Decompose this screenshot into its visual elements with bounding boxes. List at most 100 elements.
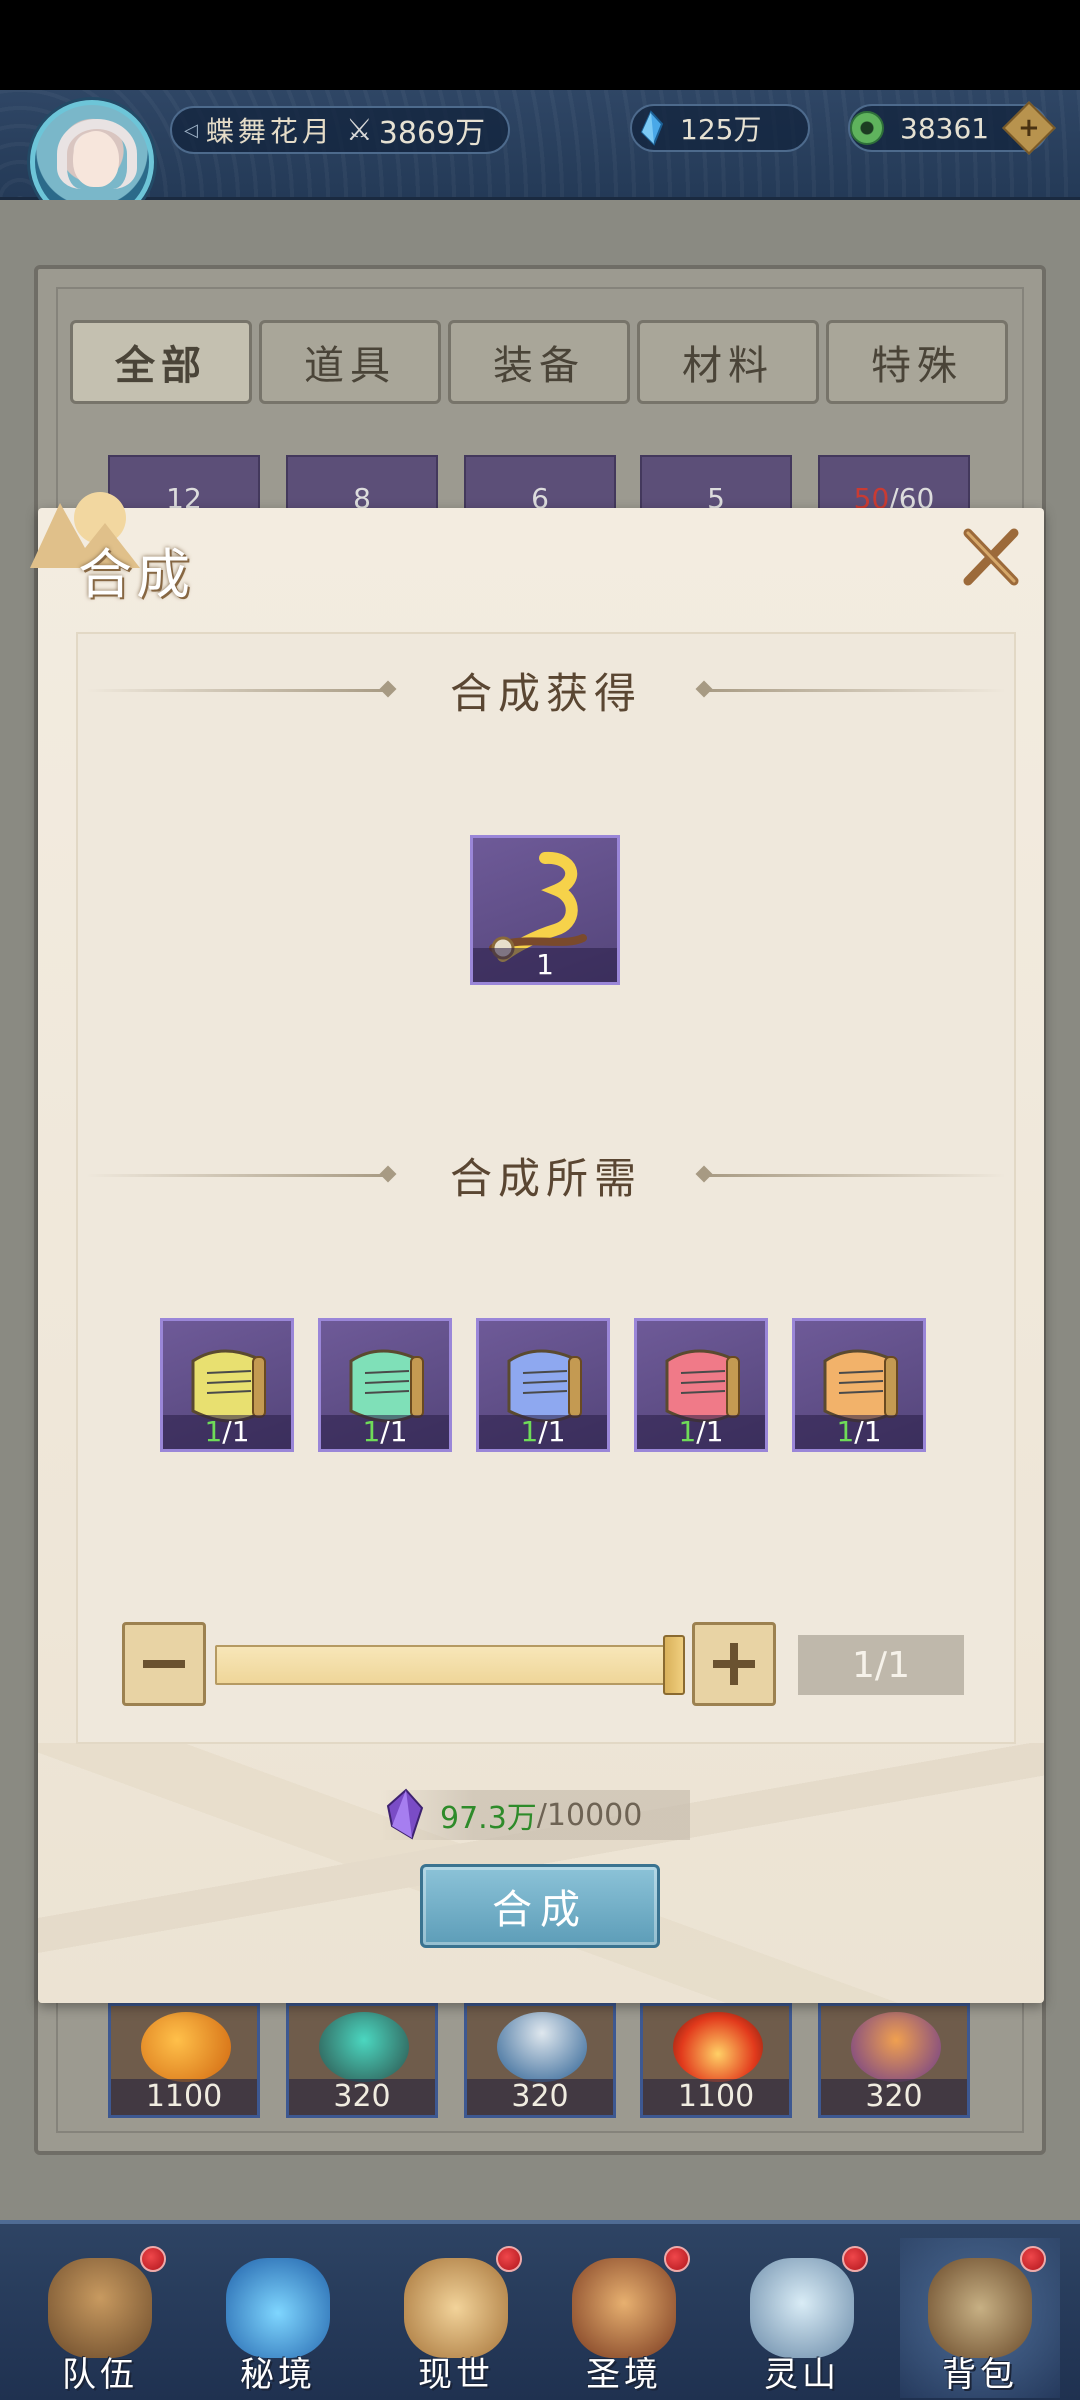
purple-crystal-icon bbox=[386, 1788, 424, 1840]
result-section-header: 合成获得 bbox=[76, 665, 1016, 718]
chevron-left-icon: ◁ bbox=[184, 119, 198, 141]
bag-slot[interactable]: 1100 bbox=[640, 2003, 792, 2118]
required-item-slot[interactable]: 1/1 bbox=[318, 1318, 452, 1452]
system-status-bar bbox=[0, 0, 1080, 90]
nav-label: 灵山 bbox=[764, 2355, 840, 2395]
blade-icon bbox=[319, 2012, 409, 2082]
slot-quantity: 320 bbox=[821, 2079, 967, 2115]
nav-label: 圣境 bbox=[586, 2355, 662, 2395]
quantity-slider-track[interactable] bbox=[215, 1645, 685, 1685]
crystal-amount: 125万 bbox=[680, 113, 762, 146]
required-have: 1 bbox=[204, 1415, 223, 1448]
synthesize-button[interactable]: 合成 bbox=[420, 1864, 660, 1948]
tab-equipment[interactable]: 装备 bbox=[448, 320, 630, 404]
bag-slot[interactable]: 8 bbox=[286, 455, 438, 515]
nav-label: 队伍 bbox=[62, 2355, 138, 2395]
required-have: 1 bbox=[678, 1415, 697, 1448]
required-quantity: 1/1 bbox=[163, 1415, 291, 1449]
scroll-map-icon bbox=[404, 2258, 508, 2358]
notification-dot bbox=[842, 2246, 868, 2272]
player-info-pill[interactable]: ◁ 蝶舞花月 ⚔ 3869万 bbox=[170, 106, 510, 154]
vortex-icon bbox=[226, 2258, 330, 2358]
orb-icon bbox=[851, 2012, 941, 2082]
bag-slot[interactable]: 320 bbox=[286, 2003, 438, 2118]
required-item-slot[interactable]: 1/1 bbox=[792, 1318, 926, 1452]
notification-dot bbox=[496, 2246, 522, 2272]
decrease-button[interactable] bbox=[122, 1622, 206, 1706]
bag-slot[interactable]: 320 bbox=[818, 2003, 970, 2118]
jade-coin-icon bbox=[850, 111, 884, 145]
required-item-slot[interactable]: 1/1 bbox=[634, 1318, 768, 1452]
tab-all[interactable]: 全部 bbox=[70, 320, 252, 404]
required-have: 1 bbox=[362, 1415, 381, 1448]
cost-owned: 97.3万 bbox=[440, 1801, 537, 1836]
bag-slot[interactable]: 6 bbox=[464, 455, 616, 515]
result-item-slot[interactable]: 1 bbox=[470, 835, 620, 985]
notification-dot bbox=[664, 2246, 690, 2272]
required-quantity: 1/1 bbox=[479, 1415, 607, 1449]
bag-slot[interactable]: 1100 bbox=[108, 2003, 260, 2118]
required-item-slot[interactable]: 1/1 bbox=[160, 1318, 294, 1452]
jade-currency[interactable]: 38361 + bbox=[848, 101, 1056, 155]
combat-power-icon: ⚔ bbox=[345, 112, 373, 148]
nav-label: 背包 bbox=[942, 2355, 1018, 2395]
player-name: 蝶舞花月 bbox=[205, 115, 334, 148]
quantity-slider-thumb[interactable] bbox=[663, 1635, 685, 1695]
avatar-face bbox=[73, 131, 119, 187]
required-quantity: 1/1 bbox=[795, 1415, 923, 1449]
result-quantity: 1 bbox=[473, 948, 617, 982]
nav-label: 秘境 bbox=[240, 2355, 316, 2395]
flame-icon bbox=[673, 2012, 763, 2082]
crystal-currency[interactable]: 125万 bbox=[630, 104, 810, 152]
close-icon[interactable] bbox=[958, 525, 1022, 589]
required-need: /1 bbox=[222, 1415, 250, 1448]
quantity-display: 1/1 bbox=[798, 1635, 964, 1695]
combat-power-value: 3869万 bbox=[378, 116, 486, 151]
amber-stone-icon bbox=[141, 2012, 231, 2082]
nav-holy-realm[interactable]: 圣境 bbox=[544, 2238, 704, 2398]
notification-dot bbox=[1020, 2246, 1046, 2272]
tab-materials[interactable]: 材料 bbox=[637, 320, 819, 404]
palace-icon bbox=[572, 2258, 676, 2358]
required-item-slot[interactable]: 1/1 bbox=[476, 1318, 610, 1452]
nav-present-world[interactable]: 现世 bbox=[376, 2238, 536, 2398]
required-need: /1 bbox=[696, 1415, 724, 1448]
required-section-header: 合成所需 bbox=[76, 1150, 1016, 1203]
team-icon bbox=[48, 2258, 152, 2358]
required-have: 1 bbox=[520, 1415, 539, 1448]
required-quantity: 1/1 bbox=[321, 1415, 449, 1449]
tab-special[interactable]: 特殊 bbox=[826, 320, 1008, 404]
nav-spirit-mountain[interactable]: 灵山 bbox=[722, 2238, 882, 2398]
required-heading: 合成所需 bbox=[450, 1153, 643, 1203]
bag-slot[interactable]: 50/60 bbox=[818, 455, 970, 515]
nav-backpack[interactable]: 背包 bbox=[900, 2238, 1060, 2398]
jade-amount: 38361 bbox=[900, 111, 990, 145]
required-quantity: 1/1 bbox=[637, 1415, 765, 1449]
required-need: /1 bbox=[538, 1415, 566, 1448]
backpack-icon bbox=[928, 2258, 1032, 2358]
plus-icon bbox=[713, 1643, 755, 1685]
notification-dot bbox=[140, 2246, 166, 2272]
required-need: /1 bbox=[380, 1415, 408, 1448]
increase-button[interactable] bbox=[692, 1622, 776, 1706]
plus-icon: + bbox=[1018, 112, 1040, 143]
required-need: /1 bbox=[854, 1415, 882, 1448]
dialog-title: 合成 bbox=[78, 543, 194, 606]
bowl-icon bbox=[497, 2012, 587, 2082]
bag-slot[interactable]: 320 bbox=[464, 2003, 616, 2118]
crystal-icon bbox=[640, 110, 664, 146]
slot-quantity: 1100 bbox=[643, 2079, 789, 2115]
nav-secret-realm[interactable]: 秘境 bbox=[198, 2238, 358, 2398]
bag-slot[interactable]: 5 bbox=[640, 455, 792, 515]
slot-quantity: 1100 bbox=[111, 2079, 257, 2115]
result-heading: 合成获得 bbox=[450, 668, 643, 718]
cost-required: /10000 bbox=[536, 1797, 643, 1833]
required-have: 1 bbox=[836, 1415, 855, 1448]
tab-items[interactable]: 道具 bbox=[259, 320, 441, 404]
slot-quantity: 320 bbox=[289, 2079, 435, 2115]
slot-quantity: 320 bbox=[467, 2079, 613, 2115]
nav-team[interactable]: 队伍 bbox=[20, 2238, 180, 2398]
mountain-icon bbox=[750, 2258, 854, 2358]
minus-icon bbox=[143, 1660, 185, 1668]
nav-label: 现世 bbox=[418, 2355, 494, 2395]
